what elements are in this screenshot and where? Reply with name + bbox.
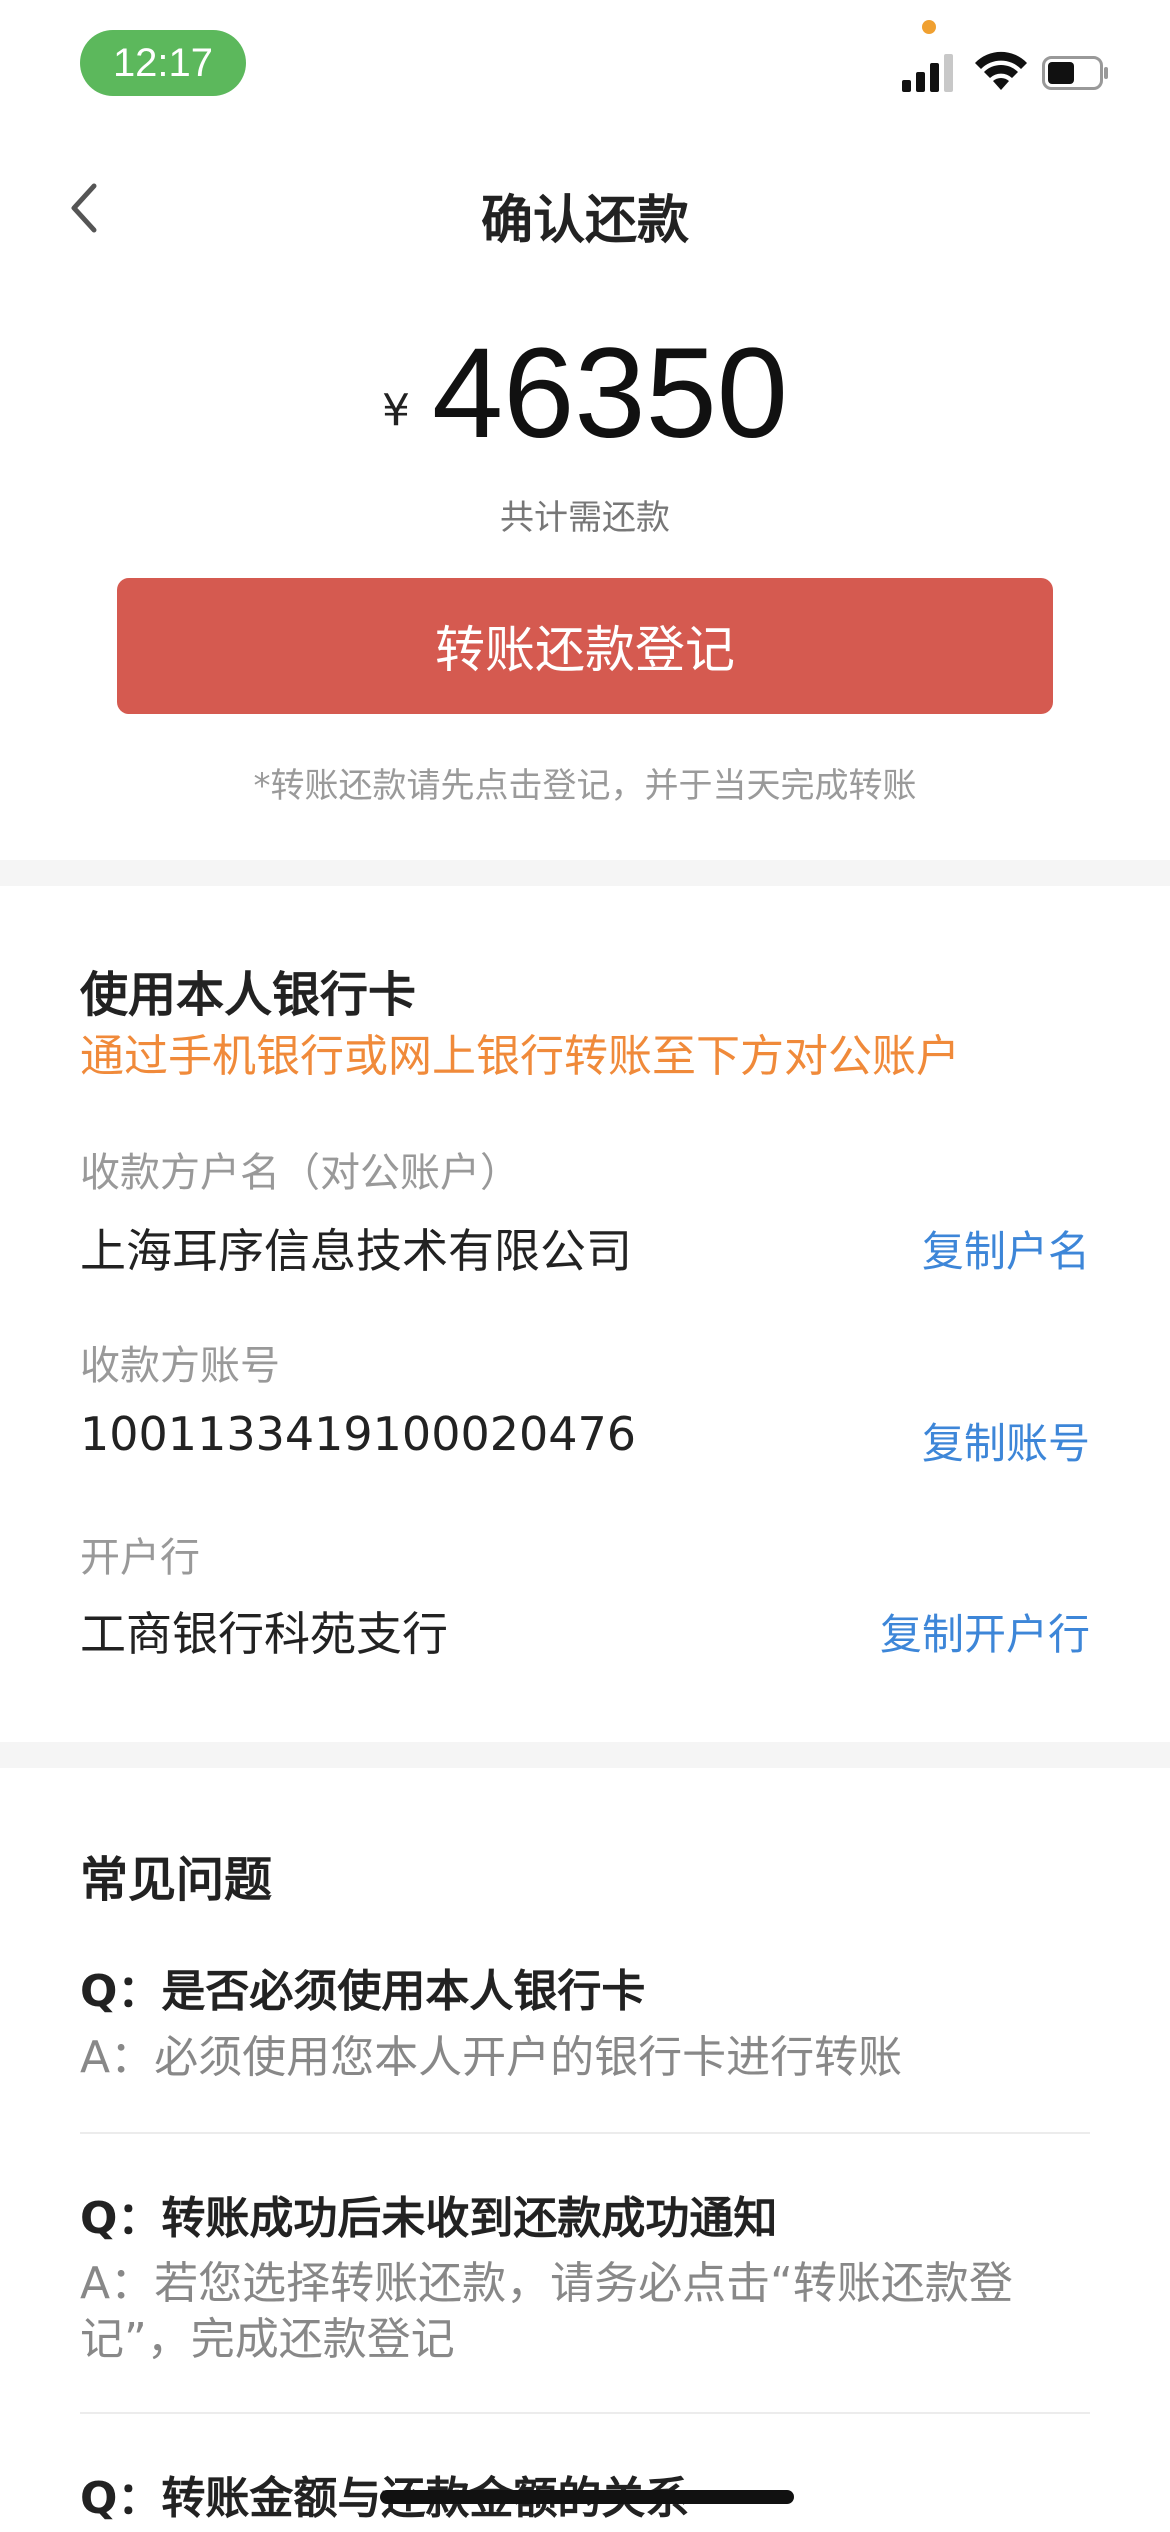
page-title: 确认还款 [480,191,689,251]
amount-value: 46350 [432,322,788,465]
payee-account-label: 收款方账号 [80,1343,280,1389]
payee-name-value: 上海耳序信息技术有限公司 [80,1224,632,1278]
nav-bar: 确认还款 [0,150,1170,270]
privacy-indicator-dot [922,20,936,34]
payee-name-label: 收款方户名（对公账户） [80,1150,520,1196]
amount-caption: 共计需还款 [500,498,670,538]
copy-account-button[interactable]: 复制账号 [922,1410,1090,1471]
faq-answer: A：必须使用您本人开户的银行卡进行转账 [80,2032,903,2083]
payee-account-value: 1001133419100020476 [80,1407,637,1461]
signal-icon [902,54,953,92]
copy-payee-name-button[interactable]: 复制户名 [922,1218,1090,1279]
amount-row: ¥ 46350 [0,330,1170,458]
faq-answer: A：若您选择转账还款，请务必点击“转账还款登记”，完成还款登记 [80,2258,1013,2365]
home-indicator [380,2490,794,2504]
currency-symbol: ¥ [382,385,411,436]
section-divider [0,1742,1170,1768]
transfer-register-button[interactable]: 转账还款登记 [117,578,1053,714]
bank-section-title: 使用本人银行卡 [80,967,417,1023]
battery-icon [1042,56,1108,90]
bank-section-subtitle: 通过手机银行或网上银行转账至下方对公账户 [80,1031,960,1082]
faq-title: 常见问题 [80,1852,273,1908]
section-divider [0,860,1170,886]
transfer-hint: *转账还款请先点击登记，并于当天完成转账 [253,766,917,806]
faq-question[interactable]: Q：是否必须使用本人银行卡 [80,1955,645,2019]
wifi-icon [975,51,1027,90]
faq-question[interactable]: Q：转账成功后未收到还款成功通知 [80,2182,777,2246]
status-bar: 12:17 [0,0,1170,130]
faq-separator [80,2132,1090,2134]
status-time: 12:17 [80,30,246,96]
faq-separator [80,2412,1090,2414]
bank-branch-label: 开户行 [80,1535,200,1581]
copy-branch-button[interactable]: 复制开户行 [880,1601,1090,1662]
bank-branch-value: 工商银行科苑支行 [80,1607,448,1661]
